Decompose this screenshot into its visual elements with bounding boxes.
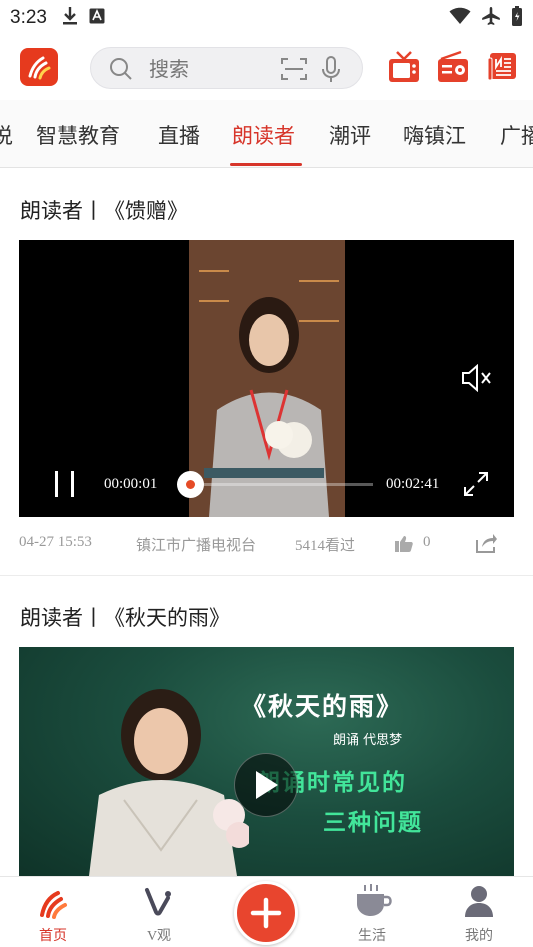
fullscreen-icon[interactable] bbox=[463, 471, 489, 501]
nav-label: 生活 bbox=[358, 929, 386, 944]
nav-label: V观 bbox=[146, 929, 172, 944]
radio-icon[interactable] bbox=[437, 50, 469, 88]
card-divider bbox=[0, 575, 533, 576]
progress-track[interactable] bbox=[190, 483, 373, 486]
battery-icon bbox=[511, 6, 523, 30]
tab-commentary[interactable]: 潮评 bbox=[329, 120, 371, 150]
tab-shuo[interactable]: 说 bbox=[0, 120, 13, 150]
search-icon bbox=[109, 57, 133, 85]
nav-mine[interactable]: 我的 bbox=[439, 877, 519, 947]
card-meta: 04-27 15:53 镇江市广播电视台 5414看过 0 bbox=[19, 534, 514, 556]
app-logo-icon bbox=[28, 56, 51, 80]
tab-broadcast[interactable]: 广播 bbox=[500, 120, 533, 150]
text-a-icon bbox=[89, 8, 105, 28]
tab-smart-education[interactable]: 智慧教育 bbox=[36, 120, 120, 150]
card-title[interactable]: 朗读者丨《馈赠》 bbox=[20, 195, 188, 225]
plus-icon bbox=[250, 897, 282, 929]
search-input[interactable] bbox=[149, 57, 259, 81]
nav-life[interactable]: 生活 bbox=[332, 877, 412, 947]
presenter-image bbox=[89, 689, 249, 876]
nav-home[interactable]: 首页 bbox=[13, 877, 93, 947]
play-button[interactable] bbox=[234, 753, 298, 817]
tab-hai-zhenjiang[interactable]: 嗨镇江 bbox=[403, 120, 466, 150]
cup-icon bbox=[357, 884, 392, 916]
channel-tabs: 说 智慧教育 直播 朗读者 潮评 嗨镇江 广播 bbox=[0, 100, 533, 168]
v-icon bbox=[145, 888, 171, 916]
nav-v-view[interactable]: V观 bbox=[119, 877, 199, 947]
tv-icon[interactable] bbox=[388, 50, 420, 88]
search-bar[interactable] bbox=[90, 47, 363, 89]
mic-icon[interactable] bbox=[321, 56, 341, 88]
add-button[interactable] bbox=[234, 881, 298, 945]
progress-knob[interactable] bbox=[177, 471, 204, 498]
like-icon[interactable] bbox=[395, 535, 413, 557]
video-player[interactable]: 00:00:01 00:02:41 bbox=[19, 240, 514, 517]
app-logo[interactable] bbox=[20, 48, 58, 86]
cover-subtitle-line2: 三种问题 bbox=[323, 810, 423, 836]
view-count: 5414看过 bbox=[295, 538, 356, 554]
airplane-icon bbox=[481, 6, 501, 30]
tab-live[interactable]: 直播 bbox=[158, 120, 200, 150]
video-frame bbox=[189, 240, 345, 517]
current-time: 00:00:01 bbox=[104, 476, 158, 492]
cover-title: 《秋天的雨》 bbox=[241, 692, 404, 721]
share-icon[interactable] bbox=[476, 533, 498, 558]
news-icon[interactable] bbox=[487, 52, 517, 86]
like-count: 0 bbox=[423, 534, 431, 550]
user-icon bbox=[465, 886, 493, 917]
status-time: 3:23 bbox=[10, 7, 47, 28]
top-header bbox=[0, 36, 533, 100]
active-tab-indicator bbox=[230, 163, 302, 166]
card-title[interactable]: 朗读者丨《秋天的雨》 bbox=[20, 602, 230, 632]
play-icon bbox=[256, 771, 278, 799]
status-bar: 3:23 bbox=[0, 0, 533, 36]
wifi-icon bbox=[449, 7, 471, 29]
nav-label: 首页 bbox=[39, 929, 67, 944]
mute-icon[interactable] bbox=[461, 363, 493, 396]
nav-label: 我的 bbox=[465, 929, 493, 944]
pause-icon[interactable] bbox=[53, 470, 77, 502]
source-name: 镇江市广播电视台 bbox=[136, 538, 257, 554]
publish-date: 04-27 15:53 bbox=[19, 534, 92, 550]
tab-reader[interactable]: 朗读者 bbox=[232, 120, 295, 150]
total-time: 00:02:41 bbox=[386, 476, 440, 492]
video-cover[interactable]: 《秋天的雨》 朗诵 代思梦 朗诵时常见的 三种问题 bbox=[19, 647, 514, 876]
scan-icon[interactable] bbox=[281, 57, 307, 85]
cover-reciter: 朗诵 代思梦 bbox=[333, 733, 403, 748]
home-logo-icon bbox=[40, 891, 67, 919]
download-icon bbox=[61, 6, 79, 30]
